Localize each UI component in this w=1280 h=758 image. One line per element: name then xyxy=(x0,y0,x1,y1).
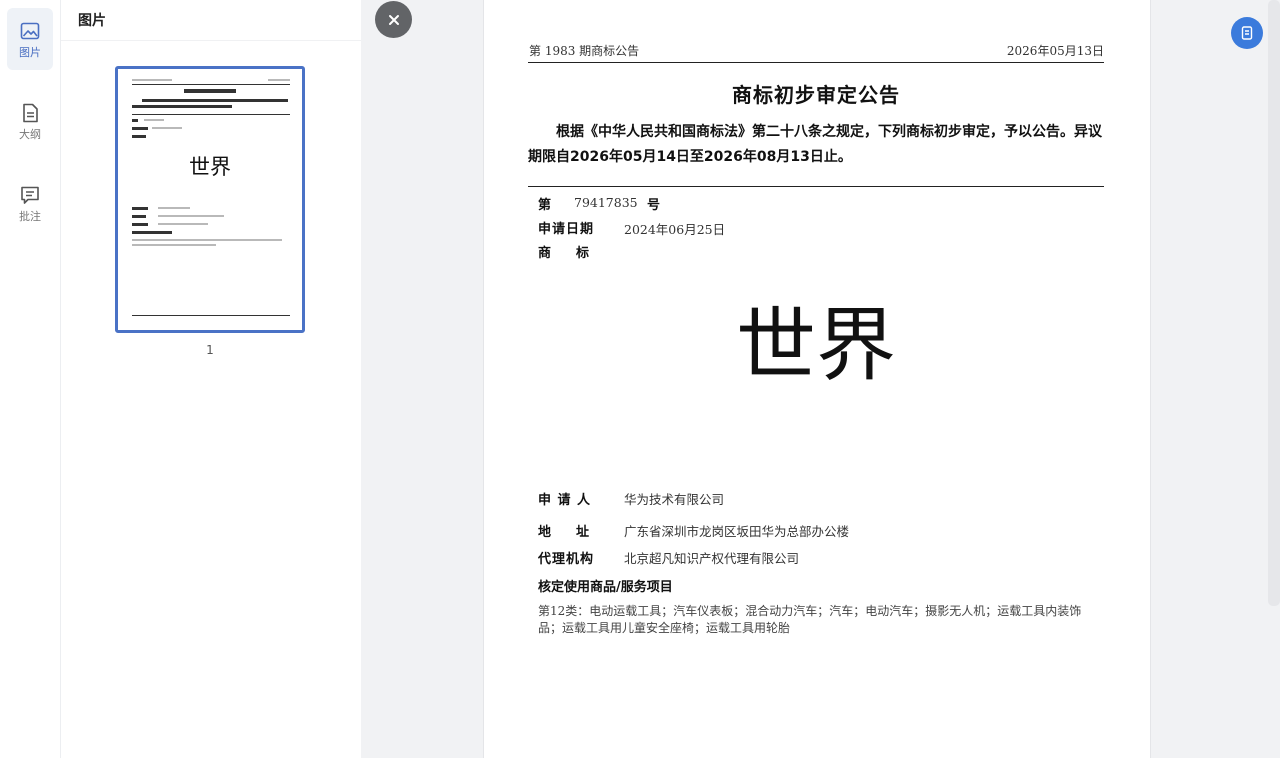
document-icon xyxy=(1241,26,1253,40)
thumb-field xyxy=(132,207,148,210)
document-page: 第 1983 期商标公告 2026年05月13日 商标初步审定公告 根据《中华人… xyxy=(483,0,1151,758)
agency-value: 北京超凡知识产权代理有限公司 xyxy=(624,551,800,566)
scrollbar[interactable] xyxy=(1268,0,1280,606)
goods-list: 第12类：电动运载工具；汽车仪表板；混合动力汽车；汽车；电动汽车；摄影无人机；运… xyxy=(538,604,1082,635)
header-rule xyxy=(528,62,1104,63)
address-label: 地 址 xyxy=(538,525,596,540)
applicant-value: 华为技术有限公司 xyxy=(624,492,725,507)
comment-icon xyxy=(21,186,39,204)
mark-label: 商 标 xyxy=(538,246,596,261)
goods-heading: 核定使用商品/服务项目 xyxy=(538,580,673,595)
image-icon xyxy=(20,22,40,39)
thumb-field-value xyxy=(158,207,190,209)
thumb-brand-mark: 世界 xyxy=(189,155,231,179)
number-label: 第 xyxy=(538,198,553,213)
thumb-field xyxy=(132,119,138,122)
section-rule xyxy=(528,186,1104,187)
address-value: 广东省深圳市龙岗区坂田华为总部办公楼 xyxy=(624,524,850,539)
panel-title: 图片 xyxy=(78,13,106,29)
date-label: 申请日期 xyxy=(538,222,595,237)
thumb-field xyxy=(132,215,146,218)
thumb-field xyxy=(132,135,146,138)
thumb-intro-line xyxy=(132,105,232,108)
close-icon xyxy=(388,14,399,25)
thumb-rule xyxy=(132,114,290,115)
panel-divider xyxy=(61,40,361,41)
rail-item-comments-label: 批注 xyxy=(19,209,41,223)
applicant-label: 申 请 人 xyxy=(538,493,592,508)
header-issue: 第 1983 期商标公告 xyxy=(529,44,640,58)
rail-item-images[interactable]: 图片 xyxy=(7,8,53,70)
thumb-rule xyxy=(132,84,290,85)
thumb-header-right xyxy=(268,79,290,81)
thumb-field xyxy=(132,127,148,130)
thumb-intro-line xyxy=(142,99,288,102)
close-panel-button[interactable] xyxy=(375,1,412,38)
thumbnail-page-number: 1 xyxy=(206,343,214,357)
thumb-field-value xyxy=(158,223,208,225)
thumbnail-panel: 图片 世界 1 xyxy=(61,0,361,758)
number-value: 79417835 xyxy=(574,195,638,210)
trademark-image: 世界 xyxy=(736,299,896,392)
thumb-field-value xyxy=(152,127,182,129)
agency-label: 代理机构 xyxy=(538,552,595,567)
thumb-title xyxy=(184,89,236,93)
header-date: 2026年05月13日 xyxy=(1006,44,1104,58)
thumb-field-value xyxy=(158,215,224,217)
rail-item-comments[interactable]: 批注 xyxy=(7,172,53,234)
thumb-goods-line xyxy=(132,239,282,241)
number-suffix: 号 xyxy=(647,198,661,213)
rail-item-outline[interactable]: 大纲 xyxy=(7,90,53,152)
thumb-goods-line xyxy=(132,244,216,246)
thumb-header-left xyxy=(132,79,172,81)
floating-action-button[interactable] xyxy=(1231,17,1263,49)
rail-item-images-label: 图片 xyxy=(19,45,41,59)
doc-title: 商标初步审定公告 xyxy=(732,83,900,107)
thumb-field xyxy=(132,231,172,234)
left-nav-rail: 图片 大纲 批注 xyxy=(0,0,61,758)
doc-intro: 根据《中华人民共和国商标法》第二十八条之规定，下列商标初步审定，予以公告。异议期… xyxy=(528,124,1102,165)
date-value: 2024年06月25日 xyxy=(624,222,726,237)
thumb-field xyxy=(132,223,148,226)
page-thumbnail[interactable]: 世界 xyxy=(115,66,305,333)
thumb-footer-rule xyxy=(132,315,290,316)
outline-icon xyxy=(23,103,38,122)
rail-item-outline-label: 大纲 xyxy=(19,127,41,141)
thumb-field-value xyxy=(144,119,164,121)
